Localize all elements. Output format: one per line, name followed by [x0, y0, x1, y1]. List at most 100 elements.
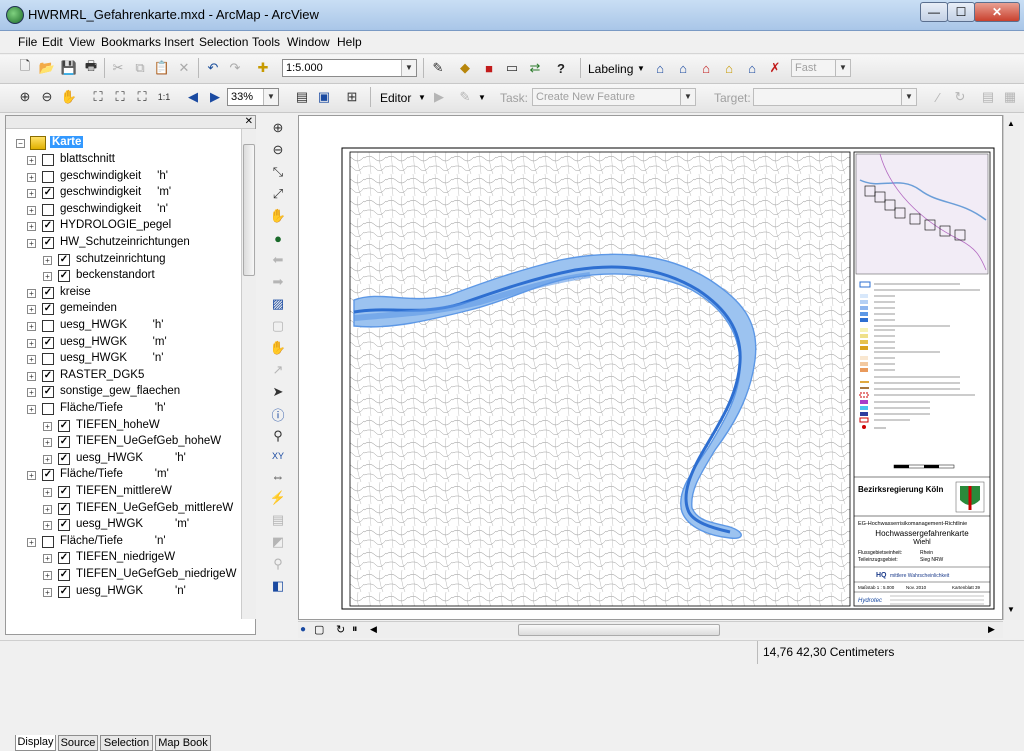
- cut-icon[interactable]: ✂: [108, 58, 128, 78]
- sublayer-row[interactable]: + ✓ TIEFEN_hoheW: [6, 418, 241, 434]
- sublayer-row[interactable]: + ✓ uesg_HWGK 'm': [6, 517, 241, 533]
- expand-icon[interactable]: +: [27, 156, 36, 165]
- command-line-icon[interactable]: ▭: [502, 58, 522, 78]
- view-unplaced-labels-icon[interactable]: ✗: [765, 58, 785, 78]
- zoom-out-page-icon[interactable]: ⊖: [37, 87, 57, 107]
- layer-name[interactable]: schutzeinrichtung: [76, 253, 166, 265]
- expand-icon[interactable]: +: [27, 222, 36, 232]
- sublayer-row[interactable]: + ✓ TIEFEN_UeGefGeb_hoheW: [6, 434, 241, 450]
- layer-visibility-checkbox[interactable]: ✓: [42, 469, 54, 482]
- expand-icon[interactable]: +: [27, 405, 36, 414]
- layer-name[interactable]: sonstige_gew_flaechen: [60, 385, 180, 397]
- expand-icon[interactable]: +: [27, 338, 36, 348]
- layer-name[interactable]: blattschnitt: [60, 153, 115, 165]
- map-scale-combo[interactable]: 1:5.000 ▼: [282, 59, 417, 77]
- split-tool-icon[interactable]: ⁄: [928, 87, 948, 107]
- expand-icon[interactable]: +: [27, 205, 36, 215]
- copy-icon[interactable]: ⧉: [130, 58, 150, 78]
- layer-name[interactable]: geschwindigkeit 'h': [60, 170, 168, 182]
- layer-name[interactable]: gemeinden: [60, 302, 117, 314]
- focus-data-frame-icon[interactable]: ▣: [314, 87, 334, 107]
- undo-icon[interactable]: ↶: [203, 58, 223, 78]
- expand-icon[interactable]: +: [43, 571, 52, 580]
- layer-name[interactable]: TIEFEN_UeGefGeb_hoheW: [76, 435, 221, 447]
- new-document-icon[interactable]: 🗋: [15, 58, 35, 78]
- expand-icon[interactable]: +: [27, 305, 36, 315]
- layer-row[interactable]: + ✓ RASTER_DGK5: [6, 368, 241, 384]
- layer-name[interactable]: TIEFEN_hoheW: [76, 419, 160, 431]
- clear-selection-icon[interactable]: ▢: [269, 317, 287, 335]
- arcmap-app-icon[interactable]: [6, 6, 24, 24]
- zoom-whole-page-icon[interactable]: ⛶: [88, 87, 108, 107]
- delete-icon[interactable]: ✕: [174, 58, 194, 78]
- back-extent-icon[interactable]: ◀: [183, 87, 203, 107]
- layer-visibility-checkbox[interactable]: ✓: [42, 237, 54, 249]
- expand-icon[interactable]: +: [27, 388, 36, 398]
- menu-file[interactable]: File: [18, 35, 37, 49]
- forward-icon[interactable]: ➡: [269, 273, 287, 291]
- zoom-out-icon[interactable]: ⊖: [269, 141, 287, 159]
- expand-icon[interactable]: +: [27, 371, 36, 381]
- layer-name[interactable]: Fläche/Tiefe 'n': [60, 535, 166, 547]
- layer-visibility-checkbox[interactable]: ✓: [42, 187, 54, 200]
- layer-name[interactable]: beckenstandort: [76, 269, 155, 281]
- layer-visibility-checkbox[interactable]: ✓: [58, 270, 70, 283]
- layer-name[interactable]: TIEFEN_mittlereW: [76, 485, 172, 497]
- layer-visibility-checkbox[interactable]: ✓: [42, 386, 54, 399]
- tab-display[interactable]: Display: [15, 735, 56, 751]
- scroll-up-icon[interactable]: ▲: [1007, 119, 1015, 128]
- add-data-icon[interactable]: ✚: [253, 58, 273, 78]
- layer-visibility-checkbox[interactable]: ✓: [58, 569, 70, 581]
- layer-row[interactable]: + ✓ sonstige_gew_flaechen: [6, 384, 241, 400]
- fixed-zoom-in-icon[interactable]: ⤡: [269, 163, 287, 181]
- chevron-down-icon[interactable]: ▼: [418, 93, 426, 102]
- layer-name[interactable]: geschwindigkeit 'm': [60, 186, 171, 198]
- data-frame-row[interactable]: − Karte: [6, 135, 241, 151]
- tab-map-book[interactable]: Map Book: [155, 735, 211, 751]
- menu-view[interactable]: View: [69, 35, 95, 49]
- layer-visibility-checkbox[interactable]: [42, 203, 54, 216]
- layer-row[interactable]: + ✓ HYDROLOGIE_pegel: [6, 218, 241, 234]
- layer-row[interactable]: + Fläche/Tiefe 'h': [6, 401, 241, 417]
- layer-visibility-checkbox[interactable]: ✓: [42, 336, 54, 349]
- select-features-icon[interactable]: ▨: [269, 295, 287, 313]
- measure-icon[interactable]: ⇔: [269, 467, 287, 485]
- expand-icon[interactable]: +: [43, 438, 52, 448]
- expand-icon[interactable]: +: [27, 239, 36, 248]
- layer-name[interactable]: uesg_HWGK 'm': [76, 518, 189, 530]
- layer-name[interactable]: uesg_HWGK 'm': [60, 336, 167, 348]
- menu-bookmarks[interactable]: Bookmarks: [101, 35, 161, 49]
- layer-name[interactable]: kreise: [60, 286, 91, 298]
- chevron-down-icon[interactable]: ▼: [263, 89, 278, 105]
- minimize-button[interactable]: —: [920, 2, 948, 22]
- tab-selection[interactable]: Selection: [100, 735, 153, 751]
- sublayer-row[interactable]: + ✓ schutzeinrichtung: [6, 252, 241, 268]
- find-binoculars-icon[interactable]: ⚲: [269, 427, 287, 445]
- sublayer-row[interactable]: + ✓ TIEFEN_mittlereW: [6, 484, 241, 500]
- zoom-to-100-icon[interactable]: ⛶: [110, 87, 130, 107]
- layer-row[interactable]: + blattschnitt: [6, 152, 241, 168]
- sublayer-row[interactable]: + ✓ uesg_HWGK 'h': [6, 451, 241, 467]
- model-builder-icon[interactable]: ⇄: [525, 58, 545, 78]
- layer-name[interactable]: geschwindigkeit 'n': [60, 203, 168, 215]
- scroll-down-icon[interactable]: ▼: [1007, 605, 1015, 614]
- layer-visibility-checkbox[interactable]: ✓: [58, 519, 70, 532]
- horizontal-scroll-thumb[interactable]: [518, 624, 720, 636]
- layer-visibility-checkbox[interactable]: [42, 535, 54, 548]
- layer-visibility-checkbox[interactable]: ✓: [58, 419, 70, 432]
- sketch-tool-icon[interactable]: ✎: [455, 87, 475, 107]
- target-combo[interactable]: ▼: [753, 88, 917, 106]
- label-priority-icon[interactable]: ⌂: [673, 58, 693, 78]
- select-elements-arrow-icon[interactable]: ➤: [269, 383, 287, 401]
- close-icon[interactable]: ✕: [245, 116, 253, 127]
- pan-page-icon[interactable]: ✋: [59, 87, 79, 107]
- expand-icon[interactable]: +: [43, 421, 52, 431]
- labeling-quality-combo[interactable]: Fast ▼: [791, 59, 851, 77]
- layer-visibility-checkbox[interactable]: ✓: [58, 502, 70, 515]
- expand-icon[interactable]: +: [27, 288, 36, 298]
- menu-edit[interactable]: Edit: [42, 35, 63, 49]
- sublayer-row[interactable]: + ✓ uesg_HWGK 'n': [6, 584, 241, 600]
- expand-icon[interactable]: +: [43, 454, 52, 464]
- layer-name[interactable]: uesg_HWGK 'h': [60, 319, 163, 331]
- layer-row[interactable]: + geschwindigkeit 'n': [6, 202, 241, 218]
